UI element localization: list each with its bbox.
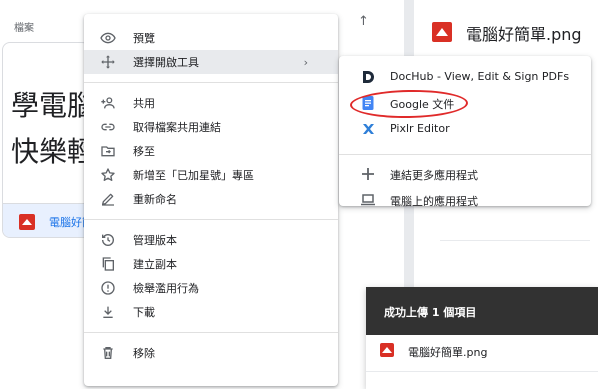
menu-item-label: 預覽	[133, 32, 155, 45]
drive-screen: 檔案 ↑ 學電腦 快樂輕 電腦好簡單.png 電腦好簡單.png 預覽 選擇開啟…	[0, 0, 598, 389]
eye-icon	[100, 30, 116, 46]
file-card-footer: 電腦好簡單.png	[3, 203, 89, 237]
upload-status-header[interactable]: 成功上傳 1 個項目	[366, 287, 598, 335]
dochub-icon	[360, 69, 376, 85]
submenu-item-label: 連結更多應用程式	[390, 169, 478, 182]
menu-item-label: 建立副本	[133, 258, 177, 271]
submenu-item-label: Google 文件	[390, 98, 455, 111]
menu-item-manage-versions[interactable]: 管理版本	[84, 228, 338, 252]
uploaded-file-name[interactable]: 電腦好簡單.png	[408, 344, 487, 360]
submenu-divider	[339, 154, 591, 155]
details-panel-title: 電腦好簡單.png	[466, 25, 582, 44]
submenu-item-label: 電腦上的應用程式	[390, 195, 478, 208]
pixlr-icon	[360, 121, 376, 137]
plus-icon	[360, 166, 376, 182]
files-header-label: 檔案	[14, 23, 34, 34]
trash-icon	[100, 345, 116, 361]
menu-item-share[interactable]: 共用	[84, 91, 338, 115]
submenu-item-label: DocHub - View, Edit & Sign PDFs	[390, 70, 570, 83]
menu-item-label: 選擇開啟工具	[133, 56, 199, 69]
menu-item-remove[interactable]: 移除	[84, 341, 338, 365]
submenu-item-label: Pixlr Editor	[390, 122, 450, 135]
context-menu: 預覽 選擇開啟工具 › 共用 取得檔案共用連結 移至 新增至「已加星號」專區 重…	[84, 14, 338, 386]
preview-line-2: 快樂輕	[11, 135, 90, 168]
menu-item-label: 取得檔案共用連結	[133, 121, 221, 134]
menu-item-add-star[interactable]: 新增至「已加星號」專區	[84, 163, 338, 187]
image-file-icon	[432, 22, 452, 42]
menu-item-label: 下載	[133, 306, 155, 319]
menu-item-open-with[interactable]: 選擇開啟工具 ›	[84, 50, 338, 74]
file-card-preview: 學電腦 快樂輕	[11, 83, 90, 175]
report-icon	[100, 280, 116, 296]
copy-icon	[100, 256, 116, 272]
move-to-folder-icon	[100, 143, 116, 159]
menu-item-preview[interactable]: 預覽	[84, 26, 338, 50]
menu-item-report-abuse[interactable]: 檢舉濫用行為	[84, 276, 338, 300]
pencil-icon	[100, 191, 116, 207]
file-card[interactable]: 學電腦 快樂輕 電腦好簡單.png	[2, 42, 90, 238]
image-file-icon	[19, 214, 35, 230]
open-with-submenu: DocHub - View, Edit & Sign PDFs Google 文…	[339, 56, 591, 208]
submenu-item-pixlr[interactable]: Pixlr Editor	[339, 116, 591, 142]
menu-item-move-to[interactable]: 移至	[84, 139, 338, 163]
sort-direction-icon[interactable]: ↑	[358, 14, 369, 29]
menu-item-get-link[interactable]: 取得檔案共用連結	[84, 115, 338, 139]
submenu-item-connect-more-apps[interactable]: 連結更多應用程式	[339, 161, 591, 187]
submenu-item-computer-apps[interactable]: 電腦上的應用程式	[339, 187, 591, 213]
menu-item-rename[interactable]: 重新命名	[84, 187, 338, 211]
menu-item-label: 管理版本	[133, 234, 177, 247]
submenu-item-dochub[interactable]: DocHub - View, Edit & Sign PDFs	[339, 64, 591, 90]
history-icon	[100, 232, 116, 248]
star-icon	[100, 167, 116, 183]
menu-item-download[interactable]: 下載	[84, 300, 338, 324]
upload-status-title: 成功上傳 1 個項目	[384, 306, 477, 319]
menu-item-label: 檢舉濫用行為	[133, 282, 199, 295]
download-icon	[100, 304, 116, 320]
details-divider	[440, 240, 590, 241]
menu-divider	[84, 82, 338, 83]
menu-item-label: 移至	[133, 145, 155, 158]
upload-status-panel: 成功上傳 1 個項目 電腦好簡單.png	[366, 287, 598, 389]
upload-divider	[366, 371, 598, 372]
menu-item-make-copy[interactable]: 建立副本	[84, 252, 338, 276]
menu-item-label: 重新命名	[133, 193, 177, 206]
person-add-icon	[100, 95, 116, 111]
menu-divider	[84, 332, 338, 333]
submenu-item-google-docs[interactable]: Google 文件	[339, 90, 591, 116]
image-file-icon	[380, 343, 394, 357]
move-icon	[100, 54, 116, 70]
preview-line-1: 學電腦	[11, 89, 90, 122]
menu-item-label: 移除	[133, 347, 155, 360]
laptop-icon	[360, 192, 376, 208]
chevron-right-icon: ›	[303, 55, 308, 69]
menu-item-label: 共用	[133, 97, 155, 110]
menu-item-label: 新增至「已加星號」專區	[133, 169, 254, 182]
menu-divider	[84, 219, 338, 220]
google-docs-icon	[360, 95, 376, 111]
link-icon	[100, 119, 116, 135]
